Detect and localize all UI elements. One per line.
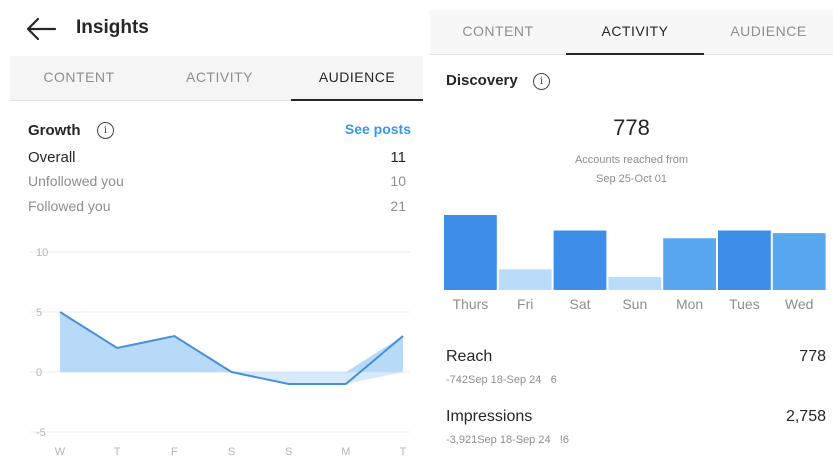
info-icon[interactable]: i bbox=[533, 73, 550, 90]
activity-screen: CONTENT ACTIVITY AUDIENCE Discovery i 77… bbox=[430, 0, 833, 458]
bar-label: Wed bbox=[785, 296, 814, 312]
bar-label: Sat bbox=[569, 296, 590, 312]
tab-content[interactable]: CONTENT bbox=[10, 56, 148, 100]
bar-tues bbox=[718, 230, 771, 290]
y-tick-label: 10 bbox=[36, 247, 48, 259]
metric-name: Impressions bbox=[446, 408, 533, 425]
row-label: Followed you bbox=[28, 198, 111, 214]
metric-comparison: -742Sep 18-Sep 24 6 bbox=[446, 374, 557, 386]
insights-tabs: CONTENT ACTIVITY AUDIENCE bbox=[10, 56, 423, 101]
x-tick-label: S bbox=[228, 446, 235, 458]
bar-label: Mon bbox=[676, 296, 703, 312]
x-tick-label: T bbox=[400, 446, 407, 458]
tab-content[interactable]: CONTENT bbox=[430, 10, 566, 54]
x-tick-label: M bbox=[341, 446, 350, 458]
growth-chart: 10 5 0 -5 W T F S S M T bbox=[30, 247, 410, 458]
discovery-title: Discovery bbox=[446, 72, 518, 89]
metric-period: Sep 18-Sep 24 bbox=[477, 434, 551, 446]
tab-activity[interactable]: ACTIVITY bbox=[566, 10, 704, 55]
row-value: 10 bbox=[390, 173, 406, 189]
y-tick-label: 5 bbox=[36, 307, 42, 319]
growth-row-overall: Overall 11 bbox=[28, 149, 406, 169]
growth-row-unfollowed: Unfollowed you 10 bbox=[28, 173, 406, 193]
bar-sun bbox=[608, 277, 662, 290]
metric-tail: 6 bbox=[550, 374, 557, 386]
bar-thurs bbox=[444, 215, 497, 290]
metric-tail: !6 bbox=[559, 434, 569, 446]
bar-label: Sun bbox=[622, 296, 647, 312]
metric-name: Reach bbox=[446, 348, 493, 365]
tab-audience[interactable]: AUDIENCE bbox=[291, 56, 423, 101]
impressions-metric[interactable]: Impressions 2,758 -3,921Sep 18-Sep 24 !6 bbox=[446, 408, 826, 452]
accounts-reached-value: 778 bbox=[613, 115, 650, 140]
info-icon[interactable]: i bbox=[97, 122, 114, 139]
accounts-reached-caption: Accounts reached from bbox=[574, 154, 689, 166]
bar-mon bbox=[663, 238, 716, 290]
x-tick-label: T bbox=[114, 446, 121, 458]
metric-value: 2,758 bbox=[785, 408, 826, 425]
insights-tabs: CONTENT ACTIVITY AUDIENCE bbox=[430, 10, 833, 55]
metric-value: 778 bbox=[799, 348, 826, 365]
bar-fri bbox=[498, 269, 552, 290]
x-tick-label: F bbox=[171, 446, 178, 458]
metric-delta: -3,921 bbox=[446, 434, 478, 446]
bar-sat bbox=[553, 230, 607, 290]
growth-area-positive bbox=[60, 312, 403, 372]
audience-screen: Insights CONTENT ACTIVITY AUDIENCE Growt… bbox=[0, 0, 423, 458]
row-label: Overall bbox=[28, 149, 76, 166]
date-range-caption: Sep 25-Oct 01 bbox=[596, 173, 667, 185]
bar-label: Thurs bbox=[453, 296, 489, 312]
growth-row-followed: Followed you 21 bbox=[28, 198, 406, 218]
metric-period: Sep 18-Sep 24 bbox=[468, 374, 542, 386]
arrow-left-icon[interactable] bbox=[24, 14, 58, 44]
bar-label: Tues bbox=[729, 296, 760, 312]
reach-metric[interactable]: Reach 778 -742Sep 18-Sep 24 6 bbox=[446, 348, 826, 392]
y-tick-label: 0 bbox=[36, 367, 42, 379]
x-tick-label: S bbox=[285, 446, 292, 458]
metric-comparison: -3,921Sep 18-Sep 24 !6 bbox=[446, 434, 569, 446]
growth-title: Growth bbox=[28, 122, 81, 139]
row-value: 11 bbox=[390, 149, 406, 166]
reach-bar-chart: Thurs Fri Sat Sun Mon Tues Wed bbox=[444, 215, 826, 312]
page-title: Insights bbox=[76, 17, 149, 38]
see-posts-link[interactable]: See posts bbox=[345, 121, 411, 137]
tab-activity[interactable]: ACTIVITY bbox=[148, 56, 291, 100]
tab-audience[interactable]: AUDIENCE bbox=[704, 10, 833, 54]
insights-header: Insights bbox=[10, 6, 423, 52]
row-label: Unfollowed you bbox=[28, 173, 124, 189]
y-tick-label: -5 bbox=[36, 427, 46, 439]
row-value: 21 bbox=[390, 198, 406, 214]
x-tick-label: W bbox=[55, 446, 66, 458]
bar-wed bbox=[772, 233, 826, 290]
bar-label: Fri bbox=[517, 296, 533, 312]
metric-delta: -742 bbox=[446, 374, 469, 386]
